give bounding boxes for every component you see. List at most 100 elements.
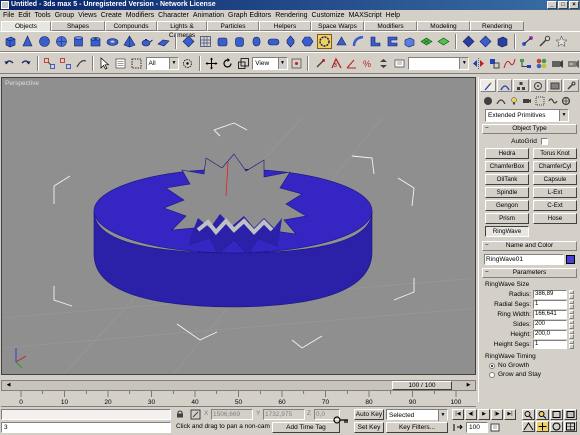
zoom-icon[interactable] bbox=[522, 409, 535, 420]
set-keys-icon[interactable] bbox=[333, 414, 349, 426]
perspective-viewport[interactable]: Perspective bbox=[1, 77, 476, 375]
sphere-icon[interactable] bbox=[37, 34, 52, 49]
menu-graph-editors[interactable]: Graph Editors bbox=[228, 10, 275, 21]
close-button[interactable]: × bbox=[569, 1, 579, 9]
schematic-view-icon[interactable] bbox=[519, 56, 533, 71]
gengon-icon[interactable] bbox=[300, 34, 315, 49]
window-crossing-icon[interactable] bbox=[181, 56, 195, 71]
hose-icon[interactable] bbox=[351, 34, 366, 49]
chamfercyl-button[interactable]: ChamferCyl bbox=[533, 161, 577, 172]
helpers-icon[interactable] bbox=[534, 96, 545, 107]
grid-icon[interactable] bbox=[419, 34, 434, 49]
absolute-mode-icon[interactable] bbox=[190, 409, 201, 420]
select-and-scale-icon[interactable] bbox=[236, 56, 250, 71]
cube-icon[interactable] bbox=[495, 34, 510, 49]
tab-particles[interactable]: Particles bbox=[207, 21, 259, 31]
lock-icon[interactable] bbox=[176, 410, 184, 418]
selection-filter-dropdown[interactable]: All ▼ bbox=[145, 56, 179, 70]
undo-icon[interactable] bbox=[3, 56, 17, 71]
chamferbox-button[interactable]: ChamferBox bbox=[485, 161, 529, 172]
select-and-move-icon[interactable] bbox=[205, 56, 219, 71]
l-ext-button[interactable]: L-Ext bbox=[533, 187, 577, 198]
track-bar[interactable]: 0 10 20 30 40 50 60 70 80 90 100 bbox=[1, 391, 476, 407]
named-selection-dropdown[interactable]: ▼ bbox=[408, 56, 470, 70]
next-frame-icon[interactable]: ▶ bbox=[464, 381, 473, 390]
menu-customize[interactable]: Customize bbox=[312, 10, 349, 21]
object-color-swatch[interactable] bbox=[566, 255, 575, 264]
lights-icon[interactable] bbox=[508, 96, 519, 107]
play-icon[interactable]: ▶ bbox=[478, 409, 490, 420]
torus-knot-icon[interactable] bbox=[198, 34, 213, 49]
maximize-button[interactable]: □ bbox=[558, 1, 568, 9]
render-scene-icon[interactable] bbox=[550, 56, 564, 71]
tab-objects[interactable]: Objects bbox=[1, 21, 51, 31]
hedra-button[interactable]: Hedra bbox=[485, 148, 529, 159]
material-editor-icon[interactable] bbox=[535, 56, 549, 71]
key-filters-button[interactable]: Key Filters... bbox=[386, 422, 448, 433]
ringwave-button[interactable]: RingWave bbox=[485, 226, 529, 237]
geometry-icon[interactable] bbox=[482, 96, 493, 107]
radial-segs-spinner[interactable] bbox=[569, 299, 574, 309]
minimize-button[interactable]: _ bbox=[547, 1, 557, 9]
modify-panel-tab[interactable] bbox=[496, 79, 513, 92]
tab-modifiers[interactable]: Modifiers bbox=[364, 21, 417, 31]
utilities-panel-tab[interactable] bbox=[563, 79, 580, 92]
box-icon[interactable] bbox=[3, 34, 18, 49]
select-object-icon[interactable] bbox=[98, 56, 112, 71]
tab-rendering[interactable]: Rendering bbox=[470, 21, 524, 31]
viewport-label[interactable]: Perspective bbox=[5, 80, 39, 87]
zoom-extents-all-icon[interactable] bbox=[564, 409, 577, 420]
key-mode-toggle-icon[interactable] bbox=[452, 422, 464, 433]
tab-lights-cameras[interactable]: Lights & Cameras bbox=[157, 21, 207, 39]
unlink-icon[interactable] bbox=[58, 56, 72, 71]
previous-frame-button-icon[interactable]: ◀| bbox=[465, 409, 477, 420]
menu-help[interactable]: Help bbox=[386, 10, 404, 21]
parameters-rollout[interactable]: − Parameters bbox=[482, 268, 577, 278]
curve-editor-icon[interactable] bbox=[503, 56, 517, 71]
menu-character[interactable]: Character bbox=[158, 10, 193, 21]
auto-key-button[interactable]: Auto Key bbox=[354, 409, 384, 420]
torus-knot-button[interactable]: Torus Knot bbox=[533, 148, 577, 159]
add-time-tag-button[interactable]: Add Time Tag bbox=[272, 422, 340, 433]
rectangular-selection-icon[interactable] bbox=[130, 56, 144, 71]
align-icon[interactable] bbox=[487, 56, 501, 71]
motion-panel-tab[interactable] bbox=[530, 79, 546, 92]
menu-tools[interactable]: Tools bbox=[34, 10, 54, 21]
c-ext-button[interactable]: C-Ext bbox=[533, 200, 577, 211]
y-coordinate-field[interactable]: 1732,975 bbox=[263, 409, 305, 420]
no-growth-radio[interactable]: No Growth bbox=[479, 361, 580, 370]
box-alt-icon[interactable] bbox=[402, 34, 417, 49]
pan-view-icon[interactable] bbox=[536, 421, 549, 432]
tube-icon[interactable] bbox=[88, 34, 103, 49]
object-name-field[interactable]: RingWave01 bbox=[484, 254, 565, 265]
radial-segs-field[interactable]: 1 bbox=[533, 299, 567, 309]
cylinder-icon[interactable] bbox=[71, 34, 86, 49]
cext-icon[interactable] bbox=[385, 34, 400, 49]
redo-icon[interactable] bbox=[19, 56, 33, 71]
zoom-extents-icon[interactable] bbox=[550, 409, 563, 420]
menu-animation[interactable]: Animation bbox=[193, 10, 228, 21]
maxscript-listener-field[interactable]: 3 bbox=[1, 422, 171, 433]
tab-helpers[interactable]: Helpers bbox=[259, 21, 311, 31]
geosphere-icon[interactable] bbox=[54, 34, 69, 49]
display-panel-tab[interactable] bbox=[546, 79, 563, 92]
hierarchy-panel-tab[interactable] bbox=[513, 79, 530, 92]
bind-spacewarp-icon[interactable] bbox=[74, 56, 88, 71]
menu-rendering[interactable]: Rendering bbox=[275, 10, 311, 21]
grid-alt-icon[interactable] bbox=[436, 34, 451, 49]
torus-icon[interactable] bbox=[105, 34, 120, 49]
menu-file[interactable]: File bbox=[3, 10, 18, 21]
tab-modeling[interactable]: Modeling bbox=[417, 21, 470, 31]
grow-and-stay-radio[interactable]: Grow and Stay bbox=[479, 370, 580, 379]
tab-space-warps[interactable]: Space Warps bbox=[311, 21, 364, 31]
create-panel-tab[interactable] bbox=[480, 79, 496, 92]
percent-snap-icon[interactable]: % bbox=[361, 56, 375, 71]
menu-edit[interactable]: Edit bbox=[18, 10, 34, 21]
ring-width-spinner[interactable] bbox=[569, 309, 574, 319]
quick-render-icon[interactable] bbox=[566, 56, 580, 71]
radius-spinner[interactable] bbox=[569, 289, 574, 299]
teapot-icon[interactable] bbox=[139, 34, 154, 49]
next-frame-button-icon[interactable]: |▶ bbox=[491, 409, 503, 420]
height-segs-spinner[interactable] bbox=[569, 339, 574, 349]
height-field[interactable]: 200,0 bbox=[533, 329, 567, 339]
